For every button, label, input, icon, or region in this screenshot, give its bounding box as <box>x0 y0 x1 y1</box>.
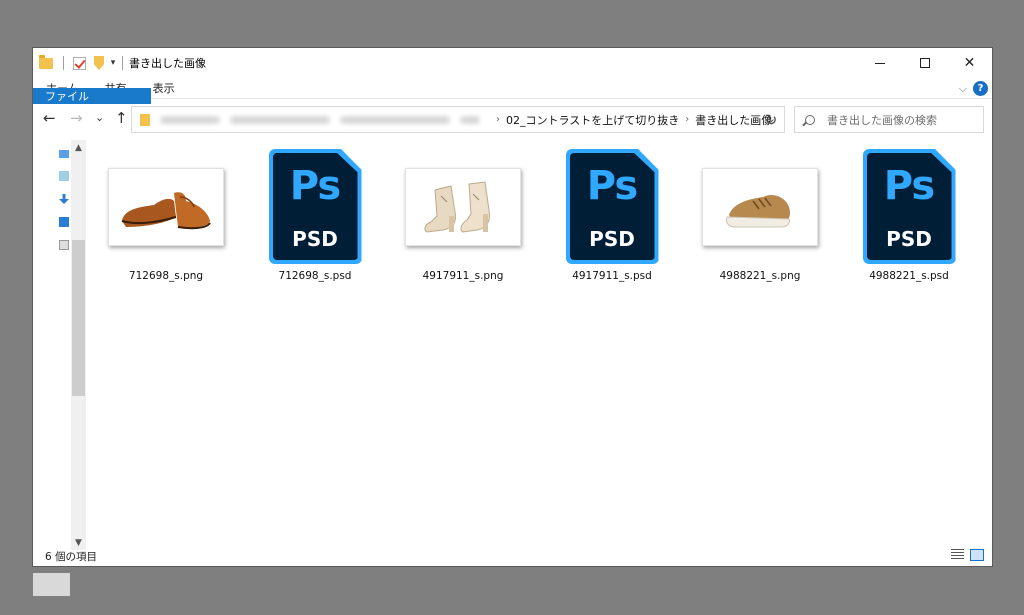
nav-selected-item[interactable] <box>33 573 70 596</box>
file-item[interactable]: Ps PSD 712698_s.psd <box>256 148 374 282</box>
ps-logo-text: Ps <box>586 163 638 209</box>
file-thumbnail: Ps PSD <box>850 148 968 265</box>
brown-loafers-image <box>108 167 224 246</box>
ribbon-right-controls: ⌵ ? <box>959 78 988 99</box>
tan-sneaker-image <box>702 167 818 246</box>
3d-objects-icon[interactable] <box>59 171 69 181</box>
close-button[interactable]: ✕ <box>947 48 992 78</box>
minimize-button[interactable] <box>857 48 902 78</box>
file-thumbnail: Ps PSD <box>553 148 671 265</box>
beige-booties-image <box>405 167 521 246</box>
view-switcher <box>951 549 984 561</box>
forward-arrow-icon[interactable]: → <box>70 109 83 127</box>
this-pc-icon[interactable] <box>59 150 69 158</box>
file-thumbnail: Ps PSD <box>256 148 374 265</box>
file-name: 712698_s.png <box>128 270 204 282</box>
search-icon <box>805 114 815 125</box>
address-folder-icon <box>140 113 150 126</box>
refresh-button[interactable]: ↻ <box>756 106 786 133</box>
redacted-path-segment <box>230 115 330 124</box>
photoshop-file-icon: Ps PSD <box>268 149 362 264</box>
item-count: 6 個の項目 <box>45 550 98 563</box>
file-item[interactable]: 4988221_s.png <box>701 148 819 282</box>
nav-scrollbar[interactable]: ▲ ▼ <box>71 140 86 550</box>
search-placeholder: 書き出した画像の検索 <box>827 113 937 127</box>
file-name: 4917911_s.psd <box>572 270 652 282</box>
file-thumbnail <box>701 148 819 265</box>
close-icon: ✕ <box>963 55 976 71</box>
refresh-icon: ↻ <box>764 110 778 129</box>
new-folder-icon[interactable] <box>90 48 108 78</box>
status-bar: 6 個の項目 <box>33 546 992 566</box>
file-name: 4988221_s.psd <box>869 270 949 282</box>
photoshop-file-icon: Ps PSD <box>862 149 956 264</box>
file-list: 712698_s.png Ps PSD 712698_s.psd 4917911… <box>89 138 992 548</box>
file-item[interactable]: 4917911_s.png <box>404 148 522 282</box>
file-item[interactable]: 712698_s.png <box>107 148 225 282</box>
ps-logo-text: Ps <box>883 163 935 209</box>
scroll-thumb[interactable] <box>72 240 85 396</box>
file-item[interactable]: Ps PSD 4917911_s.psd <box>553 148 671 282</box>
help-icon[interactable]: ? <box>973 81 988 96</box>
file-name: 4988221_s.png <box>719 270 801 282</box>
psd-label: PSD <box>292 227 338 251</box>
documents-icon[interactable] <box>59 217 69 227</box>
ribbon-tabs: ファイル ホーム 共有 表示 ⌵ ? <box>33 78 992 104</box>
toolbar-separator <box>63 56 64 70</box>
window-controls: ✕ <box>857 48 992 78</box>
window-title: 書き出した画像 <box>129 57 206 70</box>
ps-logo-text: Ps <box>289 163 341 209</box>
maximize-icon <box>919 58 930 68</box>
properties-check-icon[interactable] <box>68 48 90 78</box>
psd-label: PSD <box>589 227 635 251</box>
breadcrumb-contrast-folder[interactable]: 02_コントラストを上げて切り抜き <box>506 112 679 128</box>
redacted-path-segment <box>340 115 450 124</box>
address-bar[interactable]: › 02_コントラストを上げて切り抜き › 書き出した画像 ⌄ <box>131 106 785 133</box>
file-name: 712698_s.psd <box>278 270 352 282</box>
downloads-icon[interactable] <box>59 194 69 204</box>
up-arrow-icon[interactable]: ↑ <box>115 109 128 127</box>
title-bar: ▾ 書き出した画像 ✕ <box>33 48 992 78</box>
address-row: ← → ⌄ ↑ › 02_コントラストを上げて切り抜き › 書き出した画像 ⌄ … <box>33 100 992 136</box>
details-view-icon[interactable] <box>951 549 964 561</box>
maximize-button[interactable] <box>902 48 947 78</box>
file-name: 4917911_s.png <box>422 270 504 282</box>
file-item[interactable]: Ps PSD 4988221_s.psd <box>850 148 968 282</box>
psd-label: PSD <box>886 227 932 251</box>
breadcrumb-separator-icon[interactable]: › <box>685 114 689 125</box>
file-explorer-window: ▾ 書き出した画像 ✕ ファイル ホーム 共有 表示 ⌵ ? ← → ⌄ ↑ <box>32 47 993 596</box>
file-thumbnail <box>107 148 225 265</box>
toolbar-separator <box>122 56 123 70</box>
file-thumbnail <box>404 148 522 265</box>
minimize-icon <box>874 62 885 64</box>
large-icons-view-icon[interactable] <box>970 549 984 561</box>
photoshop-file-icon: Ps PSD <box>565 149 659 264</box>
pictures-icon[interactable] <box>59 240 69 250</box>
scroll-up-icon[interactable]: ▲ <box>71 140 86 155</box>
search-input[interactable]: 書き出した画像の検索 <box>794 106 984 133</box>
expand-ribbon-icon[interactable]: ⌵ <box>959 82 967 96</box>
redacted-path-segment <box>460 115 480 124</box>
folder-icon <box>33 48 59 78</box>
back-arrow-icon[interactable]: ← <box>43 109 56 127</box>
quick-access-dropdown-icon[interactable]: ▾ <box>108 58 118 68</box>
redacted-path-segment <box>160 115 220 124</box>
breadcrumb-separator-icon[interactable]: › <box>496 114 500 125</box>
recent-locations-icon[interactable]: ⌄ <box>95 111 104 124</box>
